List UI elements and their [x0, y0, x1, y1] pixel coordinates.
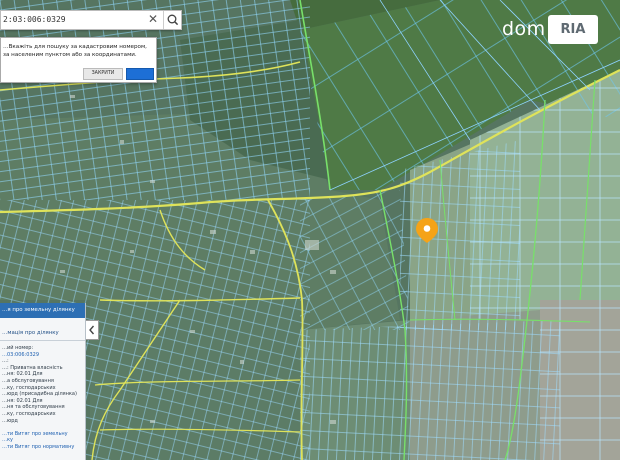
panel-link[interactable]: …ти Витяг про нормативну [2, 444, 74, 450]
logo-badge-text: RIA [560, 22, 586, 37]
panel-link[interactable]: …ти Витяг про земельну [2, 431, 68, 437]
search-icon [167, 14, 179, 26]
panel-divider [0, 340, 85, 341]
panel-field-line: …а обслуговування [2, 378, 54, 384]
panel-field-line: …: [2, 358, 9, 365]
panel-link[interactable]: …ку [2, 437, 13, 443]
search-hint-popup: …Вкажіть для пошуку за кадастровим номер… [0, 37, 157, 83]
cadastral-search-input[interactable] [3, 12, 143, 26]
search-hint-text: …Вкажіть для пошуку за кадастровим номер… [3, 44, 147, 58]
panel-field-line: …юрд [2, 417, 18, 424]
panel-field-line: …ку, господарських [2, 411, 56, 417]
dom-ria-logo[interactable]: dom RIA [494, 14, 602, 46]
confirm-hint-button[interactable] [126, 68, 154, 80]
parcel-info-panel: …я про земельну ділянку …мація про ділян… [0, 303, 86, 460]
panel-field-line: …: Приватна власність [2, 364, 63, 371]
panel-field-line: …ку, господарських [2, 384, 56, 391]
panel-link[interactable]: …03:006:0329 [2, 352, 39, 358]
panel-title: …я про земельну ділянку [2, 307, 75, 313]
close-hint-button[interactable]: ЗАКРИТИ [83, 68, 123, 80]
clear-icon[interactable]: ✕ [147, 12, 159, 26]
panel-field-line: …ня: 02.01 Для [2, 397, 43, 404]
panel-toggle-button[interactable] [86, 320, 99, 340]
chevron-left-icon [89, 325, 95, 335]
panel-field-line: …ня: 02.01 Для [2, 371, 43, 378]
panel-subtitle: …мація про ділянку [2, 330, 59, 336]
logo-badge: RIA [548, 15, 598, 44]
cadastral-search-bar: ✕ [0, 10, 182, 30]
panel-field-line: …ня та обслуговування [2, 404, 65, 411]
panel-field-line: …юрд (присадибна ділянка) [2, 391, 77, 398]
search-button[interactable] [163, 11, 182, 29]
panel-header: …я про земельну ділянку [0, 303, 85, 318]
panel-field-line: …ий номер: [2, 345, 34, 351]
logo-text: dom [502, 18, 546, 40]
